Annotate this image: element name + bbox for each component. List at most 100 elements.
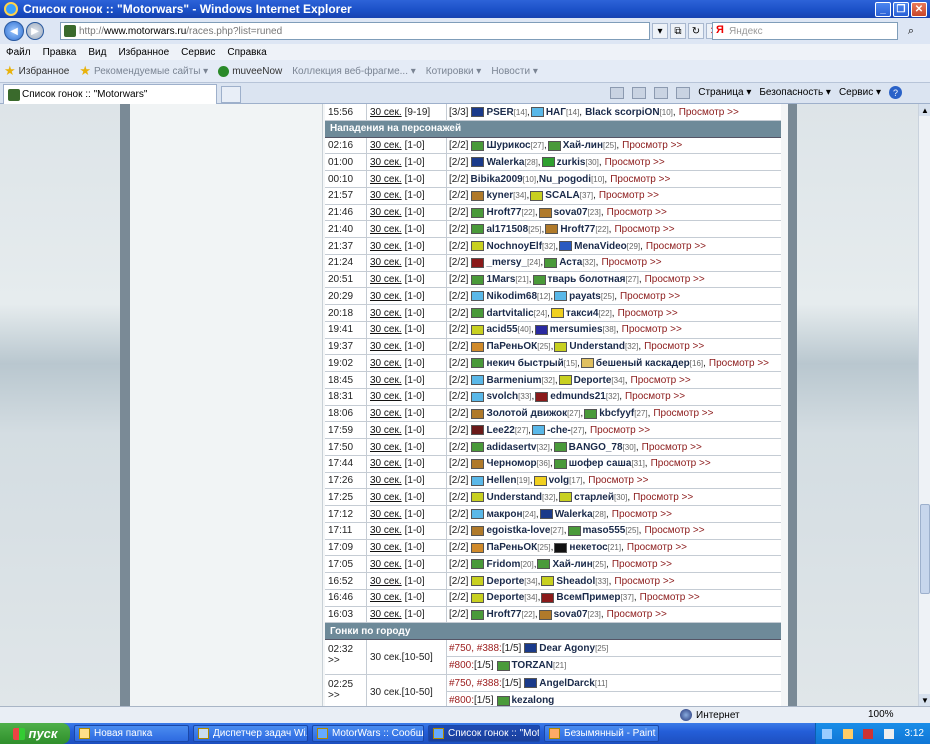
player-link[interactable]: adidasertv (486, 442, 536, 453)
view-link[interactable]: Просмотр >> (599, 190, 659, 201)
race-duration-link[interactable]: 30 сек. (370, 652, 402, 663)
player-link[interactable]: sova07 (554, 609, 588, 620)
address-dropdown-icon[interactable]: ▾ (652, 23, 668, 39)
race-duration-link[interactable]: 30 сек. (370, 107, 402, 118)
race-duration-link[interactable]: 30 сек. (370, 391, 402, 402)
race-duration-link[interactable]: 30 сек. (370, 224, 402, 235)
address-input[interactable]: http://www.motorwars.ru/races.php?list=r… (60, 22, 650, 40)
race-duration-link[interactable]: 30 сек. (370, 308, 402, 319)
player-link[interactable]: Шурикос (486, 140, 530, 151)
race-duration-link[interactable]: 30 сек. (370, 458, 402, 469)
security-menu[interactable]: Безопасность ▾ (759, 87, 831, 98)
race-duration-link[interactable]: 30 сек. (370, 207, 402, 218)
view-link[interactable]: Просмотр >> (622, 140, 682, 151)
player-link[interactable]: некетос (569, 542, 607, 553)
player-link[interactable]: egoistka-love (486, 525, 550, 536)
favorites-button[interactable]: ★ Избранное (4, 63, 69, 79)
player-link[interactable]: Hroft77 (486, 207, 521, 218)
view-link[interactable]: Просмотр >> (653, 408, 713, 419)
menu-help[interactable]: Справка (227, 47, 266, 58)
view-link[interactable]: Просмотр >> (644, 341, 704, 352)
player-link[interactable]: ПаРеньОК (486, 341, 537, 352)
fav-quotes[interactable]: Котировки ▾ (426, 66, 482, 77)
menu-tools[interactable]: Сервис (181, 47, 215, 58)
player-link[interactable]: AngelDarck (539, 678, 595, 689)
scroll-up-icon[interactable]: ▲ (919, 104, 930, 116)
view-link[interactable]: Просмотр >> (627, 542, 687, 553)
player-link[interactable]: Barmenium (486, 375, 541, 386)
menu-edit[interactable]: Правка (43, 47, 77, 58)
player-link[interactable]: Черномор (486, 458, 536, 469)
home-icon[interactable] (610, 86, 625, 99)
player-link[interactable]: такси4 (566, 308, 599, 319)
player-link[interactable]: svolch (486, 391, 518, 402)
fav-news[interactable]: Новости ▾ (491, 66, 538, 77)
race-duration-link[interactable]: 30 сек. (370, 408, 402, 419)
scroll-down-icon[interactable]: ▼ (919, 694, 930, 706)
view-link[interactable]: Просмотр >> (651, 458, 711, 469)
player-link[interactable]: НАГ (546, 107, 566, 118)
view-link[interactable]: Просмотр >> (644, 525, 704, 536)
race-expand-link[interactable]: >> (328, 655, 366, 666)
view-link[interactable]: Просмотр >> (642, 442, 702, 453)
race-duration-link[interactable]: 30 сек. (370, 157, 402, 168)
player-link[interactable]: SCALA (545, 190, 579, 201)
player-link[interactable]: Walerka (486, 157, 524, 168)
view-link[interactable]: Просмотр >> (620, 291, 680, 302)
taskbar-item[interactable]: Новая папка (74, 725, 189, 742)
player-link[interactable]: kyner (486, 190, 513, 201)
player-link[interactable]: kezalong (512, 695, 555, 706)
view-link[interactable]: Просмотр >> (614, 576, 674, 587)
race-duration-link[interactable]: 30 сек. (370, 375, 402, 386)
fav-suggested-sites[interactable]: ★ Рекомендуемые сайты ▾ (79, 63, 208, 79)
player-link[interactable]: бешеный каскадер (596, 358, 690, 369)
player-link[interactable]: Fridom (486, 559, 520, 570)
race-duration-link[interactable]: 30 сек. (370, 241, 402, 252)
view-link[interactable]: Просмотр >> (612, 509, 672, 520)
search-icon[interactable]: ⌕ (900, 23, 922, 39)
player-link[interactable]: Золотой движок (486, 408, 567, 419)
menu-view[interactable]: Вид (88, 47, 106, 58)
page-menu[interactable]: Страница ▾ (698, 87, 751, 98)
race-duration-link[interactable]: 30 сек. (370, 609, 402, 620)
mail-icon[interactable] (654, 86, 669, 99)
race-duration-link[interactable]: 30 сек. (370, 341, 402, 352)
scroll-thumb[interactable] (920, 504, 930, 594)
menu-file[interactable]: Файл (6, 47, 31, 58)
player-link[interactable]: Deporte (486, 576, 524, 587)
race-duration-link[interactable]: 30 сек. (370, 687, 402, 698)
player-link[interactable]: Bibika2009 (470, 174, 522, 185)
vertical-scrollbar[interactable]: ▲ ▼ (918, 104, 930, 706)
race-duration-link[interactable]: 30 сек. (370, 559, 402, 570)
tray-icon[interactable] (883, 728, 894, 739)
taskbar-item[interactable]: Диспетчер задач Wi... (193, 725, 308, 742)
view-link[interactable]: Просмотр >> (614, 224, 674, 235)
race-duration-link[interactable]: 30 сек. (370, 576, 402, 587)
player-link[interactable]: NochnoyElf (486, 241, 542, 252)
player-link[interactable]: kbcfyyf (599, 408, 634, 419)
player-link[interactable]: edmunds21 (550, 391, 606, 402)
race-expand-link[interactable]: >> (328, 690, 366, 701)
race-duration-link[interactable]: 30 сек. (370, 525, 402, 536)
player-link[interactable]: BANGO_78 (569, 442, 623, 453)
race-duration-link[interactable]: 30 сек. (370, 358, 402, 369)
zoom-level[interactable]: 100% (868, 709, 894, 720)
player-link[interactable]: TORZAN (512, 660, 553, 671)
player-link[interactable]: старлей (574, 492, 614, 503)
player-link[interactable]: Хай-лин (552, 559, 592, 570)
player-link[interactable]: sova07 (554, 207, 588, 218)
race-duration-link[interactable]: 30 сек. (370, 274, 402, 285)
race-duration-link[interactable]: 30 сек. (370, 425, 402, 436)
view-link[interactable]: Просмотр >> (607, 207, 667, 218)
race-duration-link[interactable]: 30 сек. (370, 509, 402, 520)
player-link[interactable]: Understand (486, 492, 542, 503)
view-link[interactable]: Просмотр >> (631, 375, 691, 386)
player-link[interactable]: Хай-лин (563, 140, 603, 151)
race-duration-link[interactable]: 30 сек. (370, 140, 402, 151)
back-button[interactable]: ◀ (4, 21, 24, 41)
player-link[interactable]: mersumies (550, 324, 603, 335)
view-link[interactable]: Просмотр >> (622, 324, 682, 335)
new-tab-button[interactable] (221, 86, 241, 103)
view-link[interactable]: Просмотр >> (646, 241, 706, 252)
view-link[interactable]: Просмотр >> (590, 425, 650, 436)
